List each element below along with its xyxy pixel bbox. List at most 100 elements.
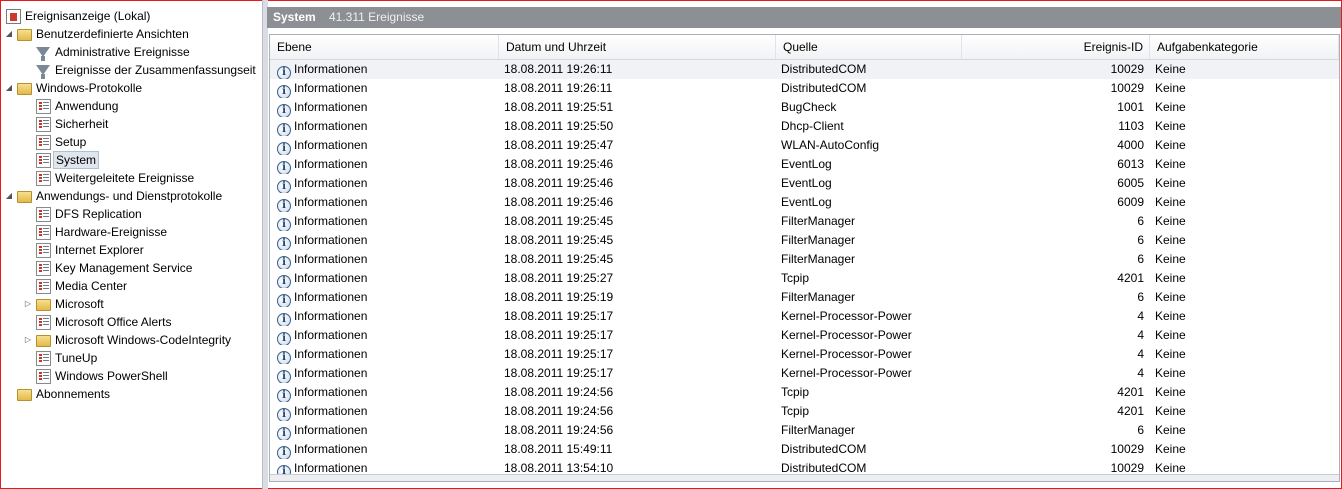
expand-arrow-icon[interactable]: ▷: [23, 295, 33, 313]
table-row[interactable]: i Informationen 18.08.2011 19:26:11 Distrib…: [270, 60, 1339, 79]
table-row[interactable]: i Informationen 18.08.2011 19:26:11 Distrib…: [270, 79, 1339, 98]
cell-level: i Informationen: [277, 364, 502, 383]
information-icon: i: [277, 275, 291, 288]
cell-task-category: Keine: [1155, 100, 1186, 114]
tree-item-label: Microsoft Windows-CodeIntegrity: [55, 333, 232, 347]
cell-source: DistributedCOM: [781, 442, 867, 456]
tree-item[interactable]: Abonnements: [2, 385, 261, 403]
table-row[interactable]: i Informationen 18.08.2011 19:24:56 Tcpip 42…: [270, 402, 1339, 421]
event-list[interactable]: Ebene Datum und Uhrzeit Quelle Ereignis-…: [269, 34, 1340, 482]
cell-level: i Informationen: [277, 193, 502, 212]
tree-item[interactable]: Ereignisanzeige (Lokal): [2, 7, 261, 25]
information-icon: i: [277, 294, 291, 307]
pane-splitter[interactable]: [262, 0, 268, 489]
collapse-arrow-icon[interactable]: ◢: [4, 79, 14, 97]
tree-item[interactable]: ▷ Microsoft Windows-CodeIntegrity: [2, 331, 261, 349]
cell-task-category: Keine: [1155, 176, 1186, 190]
tree-item[interactable]: ◢ Benutzerdefinierte Ansichten: [2, 25, 261, 43]
cell-date-time: 18.08.2011 19:25:17: [504, 328, 614, 342]
table-row[interactable]: i Informationen 18.08.2011 19:24:56 Tcpip 42…: [270, 383, 1339, 402]
expand-arrow-icon[interactable]: ▷: [23, 331, 33, 349]
cell-source: DistributedCOM: [781, 81, 867, 95]
cell-source: EventLog: [781, 176, 832, 190]
tree-item[interactable]: Windows PowerShell: [2, 367, 261, 385]
cell-event-id: 4: [1137, 366, 1144, 380]
table-row[interactable]: i Informationen 18.08.2011 19:25:17 Kernel-…: [270, 364, 1339, 383]
collapse-arrow-icon[interactable]: ◢: [4, 25, 14, 43]
cell-task-category: Keine: [1155, 252, 1186, 266]
cell-source: Tcpip: [781, 271, 810, 285]
column-header-ebene[interactable]: Ebene: [270, 35, 499, 59]
cell-task-category: Keine: [1155, 195, 1186, 209]
table-row[interactable]: i Informationen 18.08.2011 19:25:17 Kernel-…: [270, 326, 1339, 345]
cell-event-id: 6: [1137, 290, 1144, 304]
cell-date-time: 18.08.2011 19:25:17: [504, 347, 614, 361]
cell-task-category: Keine: [1155, 233, 1186, 247]
collapse-arrow-icon[interactable]: ◢: [4, 187, 14, 205]
horizontal-scrollbar[interactable]: [270, 474, 1339, 481]
cell-level: i Informationen: [277, 60, 502, 79]
level-text: Informationen: [294, 176, 368, 190]
cell-task-category: Keine: [1155, 62, 1186, 76]
tree-item-label: Media Center: [55, 279, 128, 293]
tree-item[interactable]: Microsoft Office Alerts: [2, 313, 261, 331]
level-text: Informationen: [294, 214, 368, 228]
cell-date-time: 18.08.2011 15:49:11: [504, 442, 613, 456]
cell-task-category: Keine: [1155, 138, 1186, 152]
cell-task-category: Keine: [1155, 214, 1186, 228]
table-row[interactable]: i Informationen 18.08.2011 19:25:46 EventLo…: [270, 174, 1339, 193]
tree-item[interactable]: Hardware-Ereignisse: [2, 223, 261, 241]
tree-item[interactable]: Media Center: [2, 277, 261, 295]
table-row[interactable]: i Informationen 18.08.2011 19:25:17 Kernel-…: [270, 307, 1339, 326]
table-row[interactable]: i Informationen 18.08.2011 19:25:17 Kernel-…: [270, 345, 1339, 364]
tree-item[interactable]: ◢ Anwendungs- und Dienstprotokolle: [2, 187, 261, 205]
column-header-quelle[interactable]: Quelle: [776, 35, 962, 59]
cell-source: FilterManager: [781, 252, 856, 266]
tree-item[interactable]: ▷ Microsoft: [2, 295, 261, 313]
information-icon: i: [277, 199, 291, 212]
tree-item[interactable]: Weitergeleitete Ereignisse: [2, 169, 261, 187]
cell-event-id: 6009: [1117, 195, 1144, 209]
table-row[interactable]: i Informationen 18.08.2011 19:25:47 WLAN-Au…: [270, 136, 1339, 155]
column-header-aufgabenkategorie[interactable]: Aufgabenkategorie: [1150, 35, 1339, 59]
cell-date-time: 18.08.2011 19:25:19: [504, 290, 614, 304]
information-icon: i: [277, 446, 291, 459]
cell-event-id: 1103: [1118, 119, 1144, 133]
cell-source: Kernel-Processor-Power: [781, 366, 912, 380]
table-row[interactable]: i Informationen 18.08.2011 19:24:56 FilterM…: [270, 421, 1339, 440]
tree-item[interactable]: Ereignisse der Zusammenfassungseit: [2, 61, 261, 79]
table-row[interactable]: i Informationen 18.08.2011 19:25:51 BugChec…: [270, 98, 1339, 117]
navigation-tree[interactable]: Ereignisanzeige (Lokal) ◢ Benutzerdefinier…: [2, 7, 261, 487]
tree-item[interactable]: Setup: [2, 133, 261, 151]
tree-item[interactable]: DFS Replication: [2, 205, 261, 223]
table-row[interactable]: i Informationen 18.08.2011 15:49:11 Distrib…: [270, 440, 1339, 459]
information-icon: i: [277, 256, 291, 269]
tree-item[interactable]: Internet Explorer: [2, 241, 261, 259]
log-icon: [36, 171, 51, 186]
tree-item[interactable]: Sicherheit: [2, 115, 261, 133]
tree-item[interactable]: Anwendung: [2, 97, 261, 115]
cell-event-id: 4: [1137, 328, 1144, 342]
log-icon: [36, 279, 51, 294]
column-header-ereignis-id[interactable]: Ereignis-ID: [962, 35, 1150, 59]
cell-date-time: 18.08.2011 19:25:45: [504, 233, 614, 247]
table-row[interactable]: i Informationen 18.08.2011 19:25:45 FilterM…: [270, 250, 1339, 269]
tree-item-label: Hardware-Ereignisse: [55, 225, 168, 239]
log-icon: [36, 135, 51, 150]
tree-item-label: Microsoft Office Alerts: [55, 315, 172, 329]
table-row[interactable]: i Informationen 18.08.2011 19:25:27 Tcpip 42…: [270, 269, 1339, 288]
table-row[interactable]: i Informationen 18.08.2011 19:25:46 EventLo…: [270, 193, 1339, 212]
tree-item[interactable]: Administrative Ereignisse: [2, 43, 261, 61]
cell-task-category: Keine: [1155, 81, 1186, 95]
tree-item[interactable]: ◢ Windows-Protokolle: [2, 79, 261, 97]
table-row[interactable]: i Informationen 18.08.2011 19:25:50 Dhcp-Cl…: [270, 117, 1339, 136]
table-row[interactable]: i Informationen 18.08.2011 19:25:45 FilterM…: [270, 212, 1339, 231]
table-row[interactable]: i Informationen 18.08.2011 19:25:19 FilterM…: [270, 288, 1339, 307]
tree-item-label: Sicherheit: [55, 117, 109, 131]
table-row[interactable]: i Informationen 18.08.2011 19:25:46 EventLo…: [270, 155, 1339, 174]
tree-item[interactable]: TuneUp: [2, 349, 261, 367]
tree-item[interactable]: System: [2, 151, 261, 169]
tree-item[interactable]: Key Management Service: [2, 259, 261, 277]
table-row[interactable]: i Informationen 18.08.2011 19:25:45 FilterM…: [270, 231, 1339, 250]
column-header-datum[interactable]: Datum und Uhrzeit: [499, 35, 776, 59]
